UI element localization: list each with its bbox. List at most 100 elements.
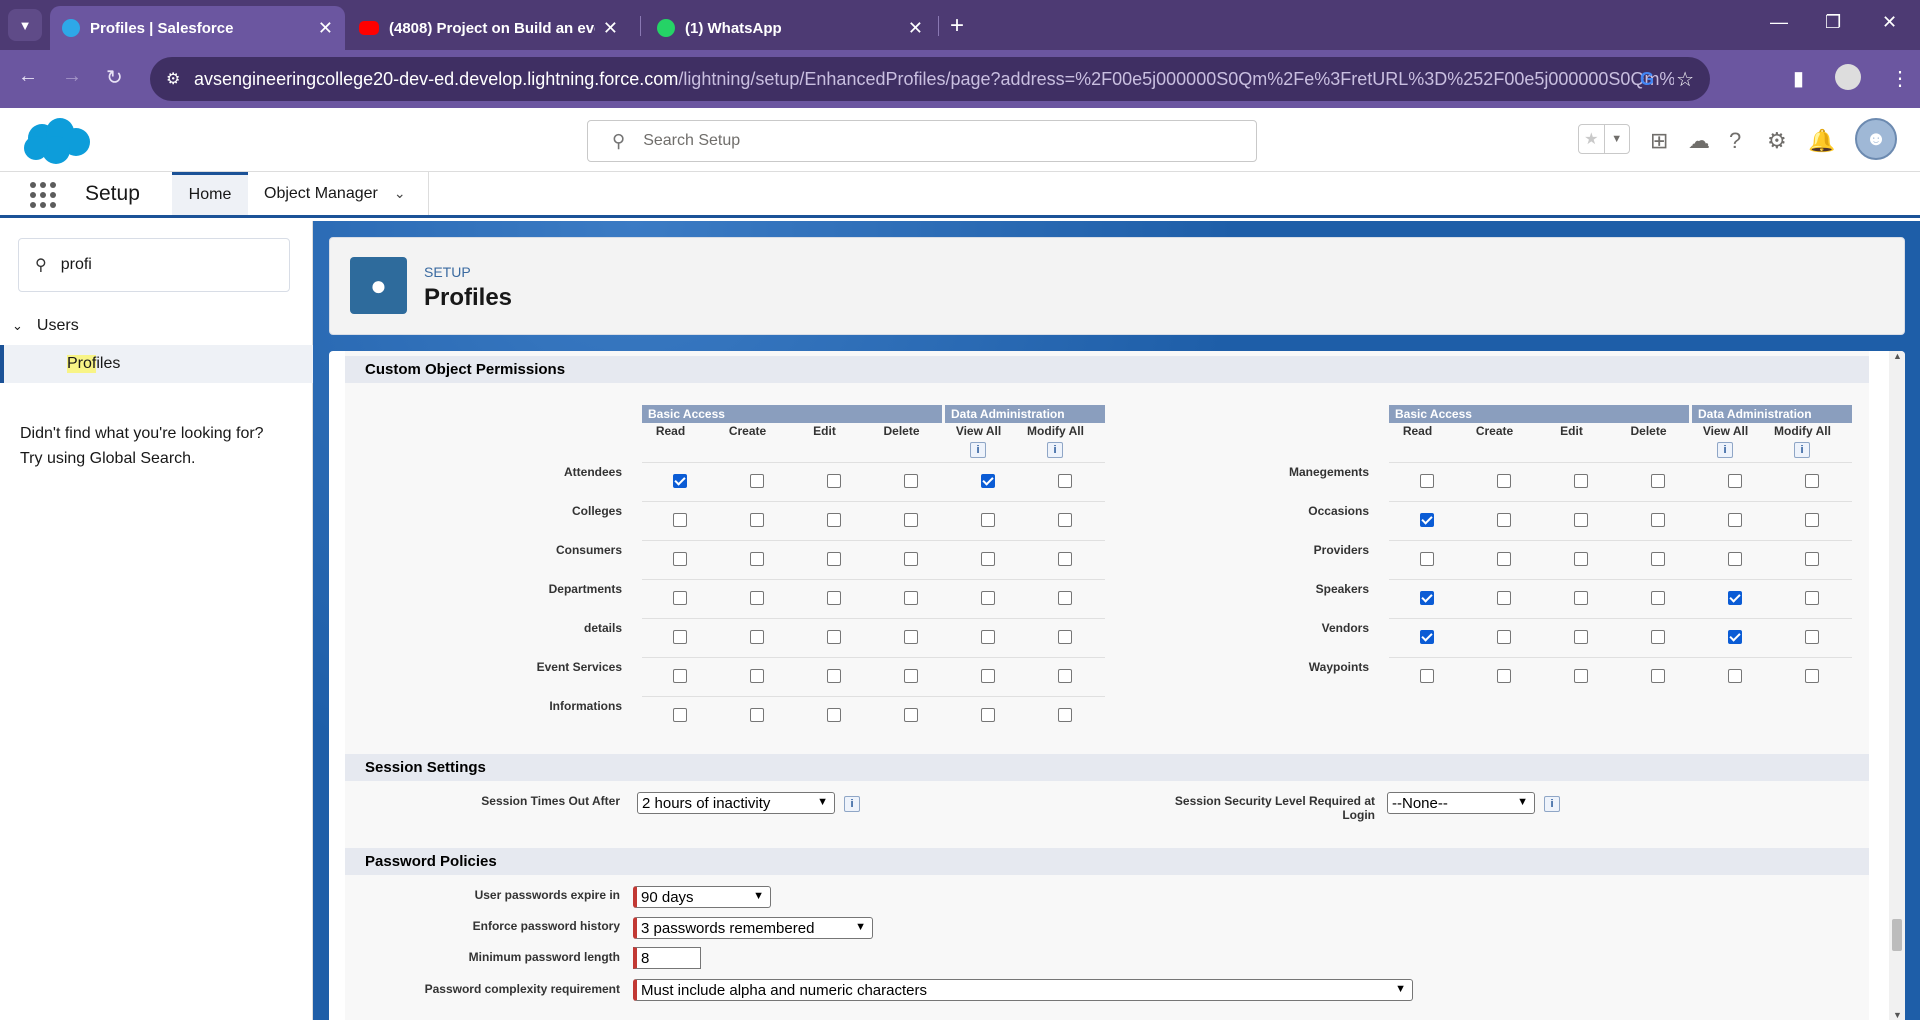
browser-tab-salesforce[interactable]: Profiles | Salesforce ✕	[50, 6, 345, 50]
close-tab-icon[interactable]: ✕	[603, 18, 618, 39]
permission-checkbox[interactable]	[673, 552, 687, 566]
session-timeout-select[interactable]: 2 hours of inactivity ▼	[637, 792, 835, 814]
permission-checkbox[interactable]	[1058, 669, 1072, 683]
password-expire-select[interactable]: 90 days ▼	[633, 886, 771, 908]
tab-home[interactable]: Home	[172, 172, 248, 215]
permission-checkbox[interactable]	[1651, 474, 1665, 488]
browser-tab-whatsapp[interactable]: (1) WhatsApp ✕	[645, 6, 935, 50]
permission-checkbox[interactable]	[1497, 669, 1511, 683]
permission-checkbox[interactable]	[673, 591, 687, 605]
trailhead-icon[interactable]: ☁	[1688, 128, 1710, 154]
app-launcher-icon[interactable]	[30, 182, 56, 208]
sidebar-item-profiles[interactable]: Prof iles	[0, 345, 313, 383]
close-tab-icon[interactable]: ✕	[318, 18, 333, 39]
permission-checkbox[interactable]	[1651, 552, 1665, 566]
permission-checkbox[interactable]	[1497, 552, 1511, 566]
search-setup-input[interactable]: ⚲ Search Setup	[587, 120, 1257, 162]
new-tab-button[interactable]: +	[950, 12, 964, 40]
permission-checkbox[interactable]	[1420, 474, 1434, 488]
password-complexity-select[interactable]: Must include alpha and numeric character…	[633, 979, 1413, 1001]
permission-checkbox[interactable]	[673, 669, 687, 683]
permission-checkbox[interactable]	[750, 513, 764, 527]
permission-checkbox[interactable]	[1497, 474, 1511, 488]
browser-tab-youtube[interactable]: (4808) Project on Build an even ✕	[347, 6, 630, 50]
quick-find-input[interactable]: ⚲ profi	[18, 238, 290, 292]
permission-checkbox[interactable]	[1805, 591, 1819, 605]
permission-checkbox[interactable]	[1058, 630, 1072, 644]
menu-icon[interactable]: ⋮	[1890, 66, 1910, 91]
permission-checkbox[interactable]	[1058, 513, 1072, 527]
permission-checkbox[interactable]	[1420, 669, 1434, 683]
info-icon[interactable]: i	[970, 442, 986, 458]
permission-checkbox[interactable]	[1497, 591, 1511, 605]
permission-checkbox[interactable]	[1728, 513, 1742, 527]
permission-checkbox[interactable]	[1805, 552, 1819, 566]
bookmark-star-icon[interactable]: ☆	[1676, 67, 1694, 92]
permission-checkbox[interactable]	[673, 474, 687, 488]
permission-checkbox[interactable]	[827, 669, 841, 683]
permission-checkbox[interactable]	[750, 630, 764, 644]
favorites-button[interactable]: ★ ▼	[1578, 124, 1630, 154]
permission-checkbox[interactable]	[904, 552, 918, 566]
info-icon[interactable]: i	[1544, 796, 1560, 812]
global-actions-icon[interactable]: ⊞	[1650, 128, 1668, 154]
back-icon[interactable]: ←	[18, 65, 38, 88]
permission-checkbox[interactable]	[827, 474, 841, 488]
tab-search-button[interactable]: ▼	[8, 9, 42, 41]
permission-checkbox[interactable]	[904, 630, 918, 644]
chevron-down-icon[interactable]: ⌄	[394, 185, 406, 202]
salesforce-logo[interactable]	[20, 116, 92, 166]
permission-checkbox[interactable]	[1058, 591, 1072, 605]
password-history-select[interactable]: 3 passwords remembered ▼	[633, 917, 873, 939]
permission-checkbox[interactable]	[827, 708, 841, 722]
permission-checkbox[interactable]	[981, 513, 995, 527]
forward-icon[interactable]: →	[62, 65, 82, 88]
permission-checkbox[interactable]	[1728, 630, 1742, 644]
permission-checkbox[interactable]	[1651, 630, 1665, 644]
permission-checkbox[interactable]	[1420, 591, 1434, 605]
permission-checkbox[interactable]	[1574, 474, 1588, 488]
permission-checkbox[interactable]	[827, 552, 841, 566]
scroll-down-icon[interactable]: ▼	[1893, 1010, 1902, 1020]
permission-checkbox[interactable]	[1574, 630, 1588, 644]
permission-checkbox[interactable]	[1805, 513, 1819, 527]
site-info-icon[interactable]: ⚙	[166, 69, 180, 89]
permission-checkbox[interactable]	[1805, 630, 1819, 644]
permission-checkbox[interactable]	[673, 630, 687, 644]
close-tab-icon[interactable]: ✕	[908, 18, 923, 39]
notifications-bell-icon[interactable]: 🔔	[1808, 128, 1835, 154]
permission-checkbox[interactable]	[673, 708, 687, 722]
tab-object-manager[interactable]: Object Manager ⌄	[248, 172, 422, 215]
permission-checkbox[interactable]	[827, 513, 841, 527]
permission-checkbox[interactable]	[1728, 552, 1742, 566]
vertical-scrollbar[interactable]: ▲ ▼	[1889, 351, 1905, 1020]
permission-checkbox[interactable]	[1728, 669, 1742, 683]
permission-checkbox[interactable]	[750, 669, 764, 683]
password-minlen-input[interactable]: 8	[633, 947, 701, 969]
permission-checkbox[interactable]	[1497, 630, 1511, 644]
permission-checkbox[interactable]	[1574, 552, 1588, 566]
permission-checkbox[interactable]	[1058, 708, 1072, 722]
permission-checkbox[interactable]	[673, 513, 687, 527]
permission-checkbox[interactable]	[827, 591, 841, 605]
permission-checkbox[interactable]	[904, 708, 918, 722]
permission-checkbox[interactable]	[1805, 669, 1819, 683]
permission-checkbox[interactable]	[750, 474, 764, 488]
info-icon[interactable]: i	[1717, 442, 1733, 458]
session-security-select[interactable]: --None-- ▼	[1387, 792, 1535, 814]
user-avatar[interactable]: ☻	[1855, 118, 1897, 160]
permission-checkbox[interactable]	[1651, 669, 1665, 683]
permission-checkbox[interactable]	[1651, 591, 1665, 605]
permission-checkbox[interactable]	[1728, 591, 1742, 605]
side-panel-icon[interactable]: ▮	[1793, 66, 1804, 91]
permission-checkbox[interactable]	[1574, 669, 1588, 683]
info-icon[interactable]: i	[1047, 442, 1063, 458]
permission-checkbox[interactable]	[750, 708, 764, 722]
permission-checkbox[interactable]	[1805, 474, 1819, 488]
info-icon[interactable]: i	[844, 796, 860, 812]
permission-checkbox[interactable]	[981, 591, 995, 605]
close-window-icon[interactable]: ✕	[1882, 12, 1897, 33]
permission-checkbox[interactable]	[750, 591, 764, 605]
permission-checkbox[interactable]	[1420, 552, 1434, 566]
help-icon[interactable]: ?	[1729, 128, 1741, 154]
